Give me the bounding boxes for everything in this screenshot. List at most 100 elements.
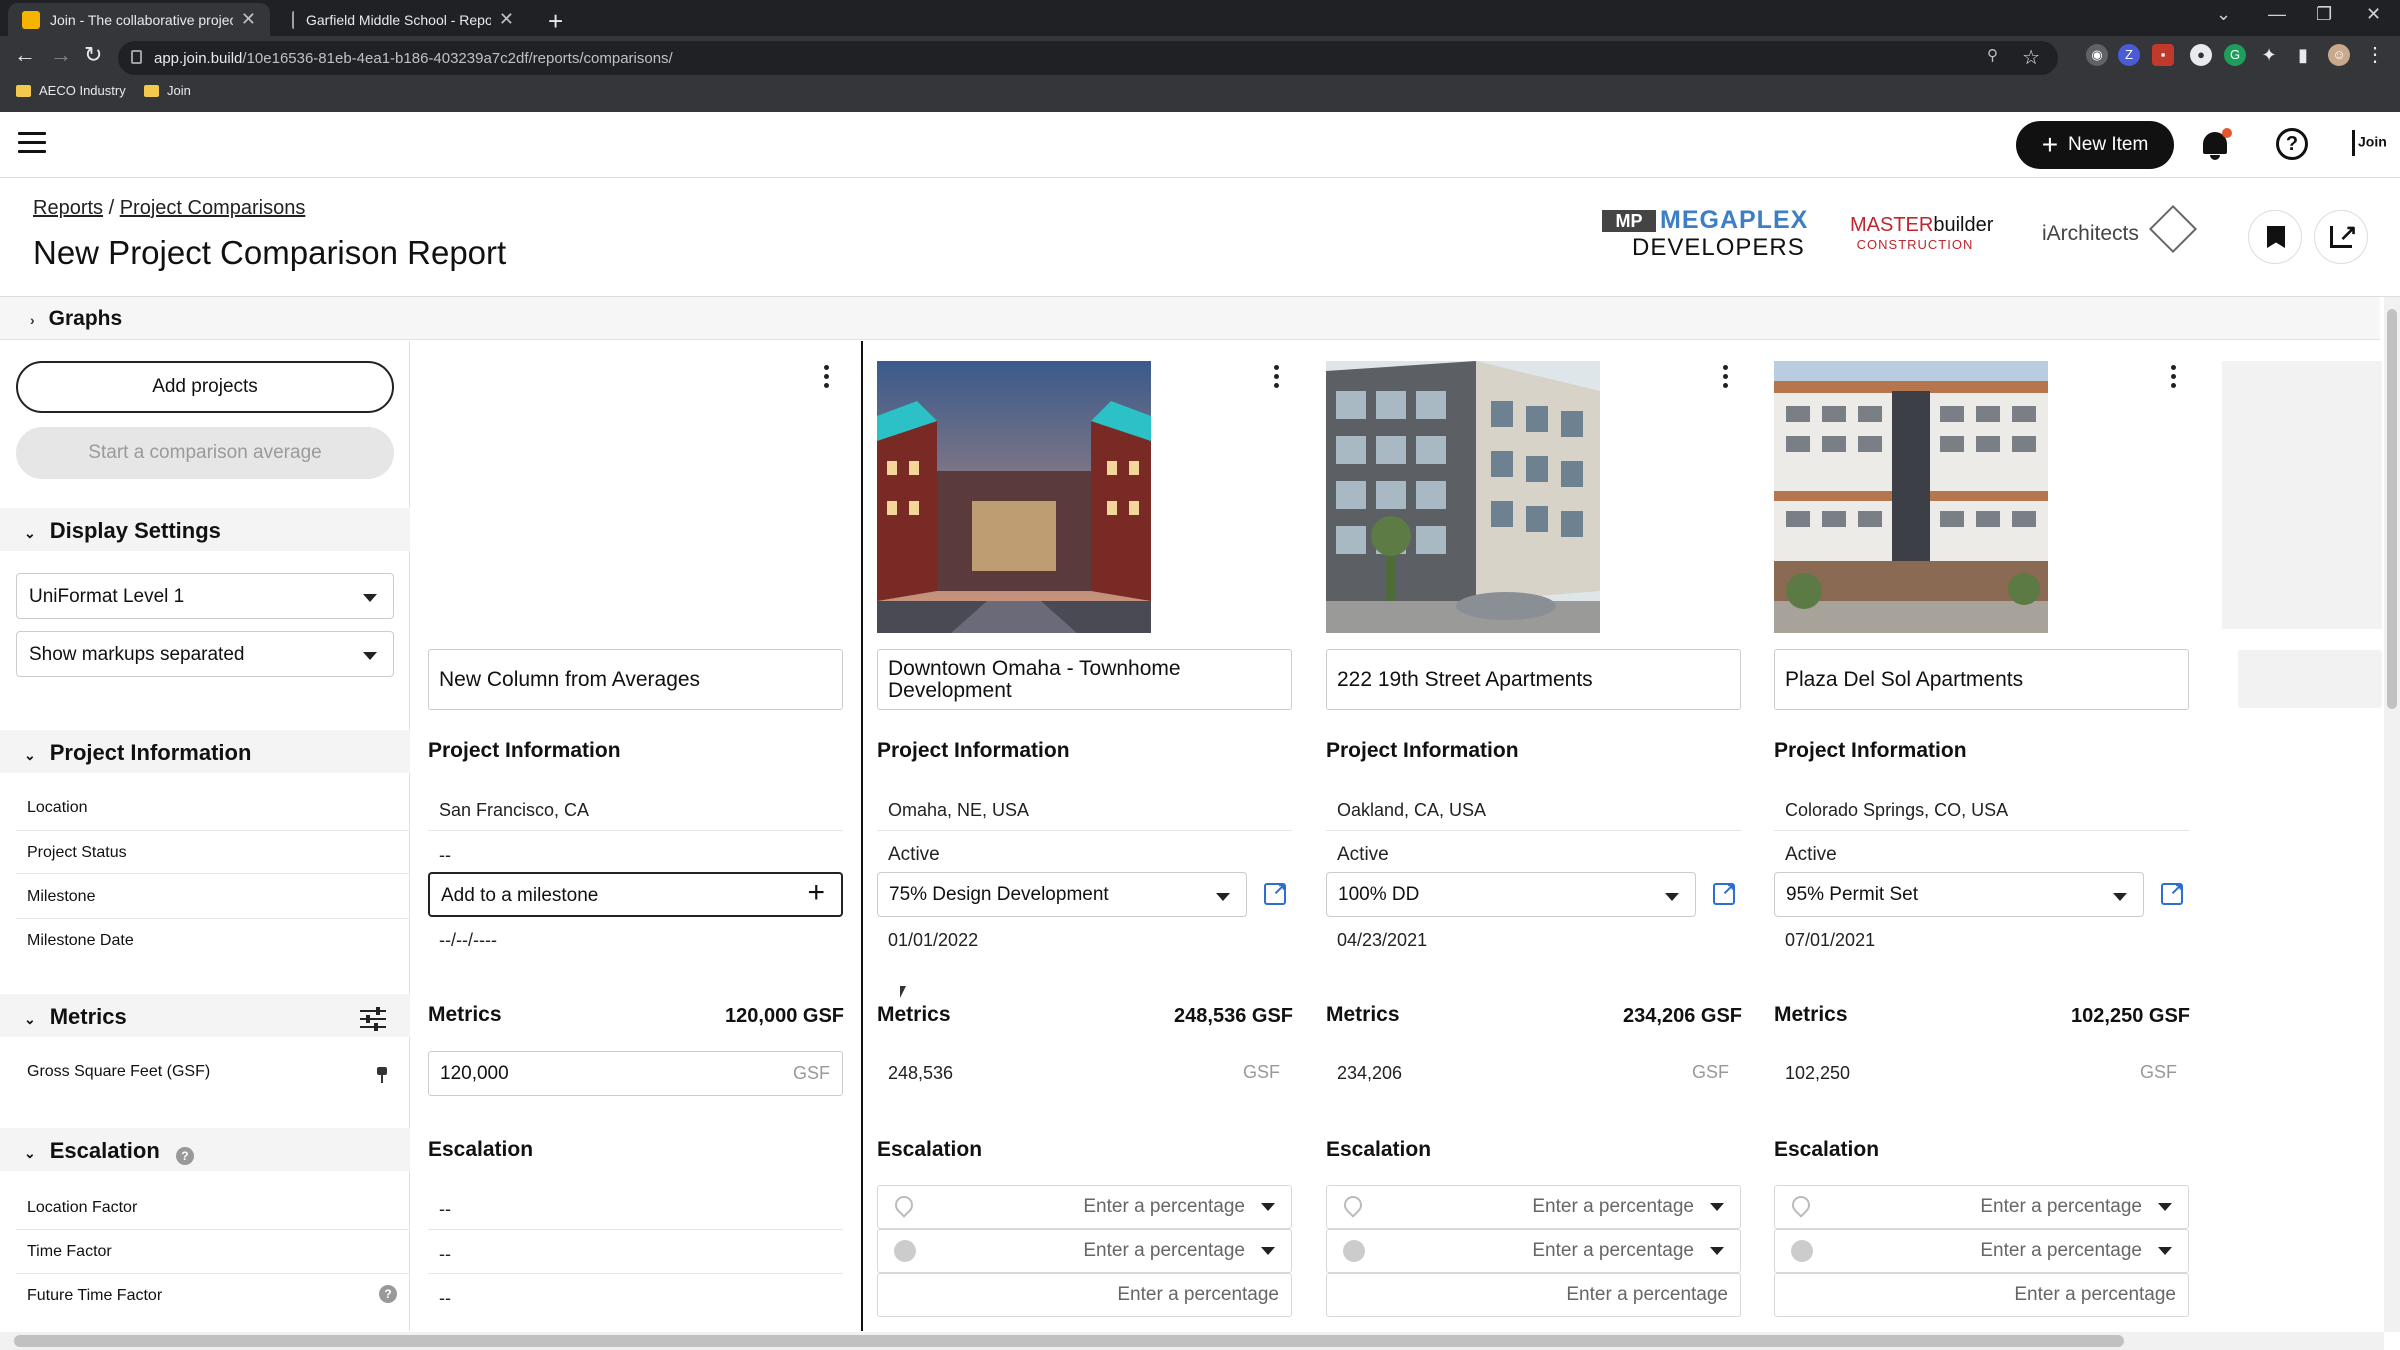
open-milestone-link-icon[interactable]: ↗ [2161,881,2183,905]
dropdown-caret-icon [363,594,377,602]
tab-search-chevron-icon[interactable]: ⌄ [2216,4,2231,25]
time-factor-input[interactable]: Enter a percentage [1326,1229,1741,1273]
chevron-down-icon: ⌄ [24,747,36,763]
new-tab-icon[interactable]: + [548,6,563,37]
gsf-input[interactable]: 120,000 GSF [428,1051,843,1096]
time-factor-input[interactable]: Enter a percentage [1774,1229,2189,1273]
column-menu-icon[interactable] [2171,365,2177,391]
dropdown-caret-icon [2158,1247,2172,1255]
new-item-button[interactable]: + New Item [2016,121,2174,169]
bookmark-join[interactable]: Join [144,83,191,98]
row-divider [428,1229,843,1230]
forward-arrow-icon[interactable]: → [50,42,72,68]
save-report-button[interactable] [2248,210,2302,264]
side-panel-icon[interactable]: ▮ [2292,44,2314,66]
graphs-toggle[interactable]: › Graphs [0,297,2380,340]
row-divider [877,830,1292,831]
pin-icon[interactable] [376,1067,388,1083]
construction-text: CONSTRUCTION [1856,237,1974,252]
project-information-heading: Project Information [1774,739,1967,762]
open-milestone-link-icon[interactable]: ↗ [1264,881,1286,905]
extension-ghost-icon[interactable]: ● [2190,44,2212,66]
future-time-factor-input[interactable]: Enter a percentage [877,1273,1292,1317]
scrollbar-thumb[interactable] [14,1335,2124,1347]
breadcrumb-comparisons-link[interactable]: Project Comparisons [120,197,306,219]
markups-select[interactable]: Show markups separated [16,631,394,677]
time-factor-value: -- [439,1244,451,1264]
placeholder: Enter a percentage [1532,1196,1694,1217]
gsf-value: 102,250 [1785,1063,1851,1083]
metrics-settings-icon[interactable] [360,1007,386,1031]
hamburger-menu-icon[interactable] [18,132,46,154]
column-menu-icon[interactable] [824,365,830,391]
location-factor-input[interactable]: Enter a percentage [1774,1185,2189,1229]
iarchitects-logo: iArchitects [2042,204,2198,254]
column-menu-icon[interactable] [1274,365,1280,391]
row-divider [16,1273,410,1274]
milestone-value: 75% Design Development [889,884,1109,905]
row-divider [428,830,843,831]
add-milestone-label: Add to a milestone [441,885,599,906]
bookmark-aeco[interactable]: AECO Industry [16,83,126,98]
escalation-header[interactable]: ⌄ Escalation ? [0,1128,410,1171]
column-menu-icon[interactable] [1723,365,1729,391]
extension-red-icon[interactable]: ▪ [2152,44,2174,66]
project-name-field[interactable]: 222 19th Street Apartments [1326,649,1741,710]
add-to-milestone-button[interactable]: Add to a milestone + [428,872,843,917]
location-factor-input[interactable]: Enter a percentage [877,1185,1292,1229]
url-domain: app.join.build [154,49,243,67]
address-bar[interactable]: app.join.build/10e16536-81eb-4ea1-b186-4… [118,41,2058,75]
help-circle-icon[interactable]: ? [379,1285,397,1303]
extension-icon[interactable]: ◉ [2086,44,2108,66]
milestone-select[interactable]: 75% Design Development [877,872,1247,917]
notification-bell-icon[interactable] [2200,128,2232,162]
notification-dot [2222,128,2232,138]
milestone-select[interactable]: 100% DD [1326,872,1696,917]
browser-tab-join[interactable]: Join - The collaborative project d ✕ [8,3,270,36]
uniformat-select[interactable]: UniFormat Level 1 [16,573,394,619]
help-icon[interactable]: ? [2276,128,2308,160]
browser-menu-icon[interactable]: ⋮ [2364,44,2386,66]
scrollbar-thumb[interactable] [2387,309,2397,709]
milestone-select[interactable]: 95% Permit Set [1774,872,2144,917]
display-settings-header[interactable]: ⌄ Display Settings [0,508,410,551]
back-arrow-icon[interactable]: ← [14,42,36,68]
close-tab-icon[interactable]: ✕ [241,9,256,30]
close-window-icon[interactable]: ✕ [2366,4,2381,25]
row-divider [1326,830,1741,831]
milestone-value: 95% Permit Set [1786,884,1918,905]
project-name: 222 19th Street Apartments [1337,667,1593,691]
project-name-field[interactable]: Downtown Omaha - Townhome Development [877,649,1292,710]
open-milestone-link-icon[interactable]: ↗ [1713,881,1735,905]
location-value: Colorado Springs, CO, USA [1785,800,2009,820]
vertical-scrollbar[interactable] [2384,297,2400,1332]
extension-grammarly-icon[interactable]: G [2224,44,2246,66]
zoom-icon[interactable]: ⚲ [1987,46,1998,64]
placeholder: Enter a percentage [1532,1240,1694,1261]
breadcrumb-reports-link[interactable]: Reports [33,197,103,219]
extensions-puzzle-icon[interactable]: ✦ [2258,44,2280,66]
share-report-button[interactable]: ↗ [2314,210,2368,264]
bookmark-icon [2267,226,2285,248]
time-factor-input[interactable]: Enter a percentage [877,1229,1292,1273]
join-logo[interactable]: Join [2352,130,2387,156]
profile-avatar[interactable]: ☺ [2328,44,2350,66]
help-circle-icon[interactable]: ? [175,1147,194,1165]
future-time-factor-input[interactable]: Enter a percentage [1326,1273,1741,1317]
project-name-field[interactable]: Plaza Del Sol Apartments [1774,649,2189,710]
project-information-header[interactable]: ⌄ Project Information [0,730,410,773]
add-projects-button[interactable]: Add projects [16,361,394,413]
minimize-window-icon[interactable]: — [2268,4,2286,25]
close-tab-icon[interactable]: ✕ [499,9,514,30]
metrics-header[interactable]: ⌄ Metrics [0,994,410,1037]
browser-tab-garfield[interactable]: Garfield Middle School - Reports ✕ [278,3,528,36]
reload-icon[interactable]: ↻ [84,42,102,68]
extension-z-icon[interactable]: Z [2118,44,2140,66]
future-time-factor-input[interactable]: Enter a percentage [1774,1273,2189,1317]
loading-name-placeholder [2238,650,2382,708]
horizontal-scrollbar[interactable] [0,1332,2384,1350]
bookmark-star-icon[interactable]: ☆ [2022,45,2040,70]
column-name-input[interactable]: New Column from Averages [428,649,843,710]
location-factor-input[interactable]: Enter a percentage [1326,1185,1741,1229]
restore-window-icon[interactable]: ❐ [2316,4,2332,25]
